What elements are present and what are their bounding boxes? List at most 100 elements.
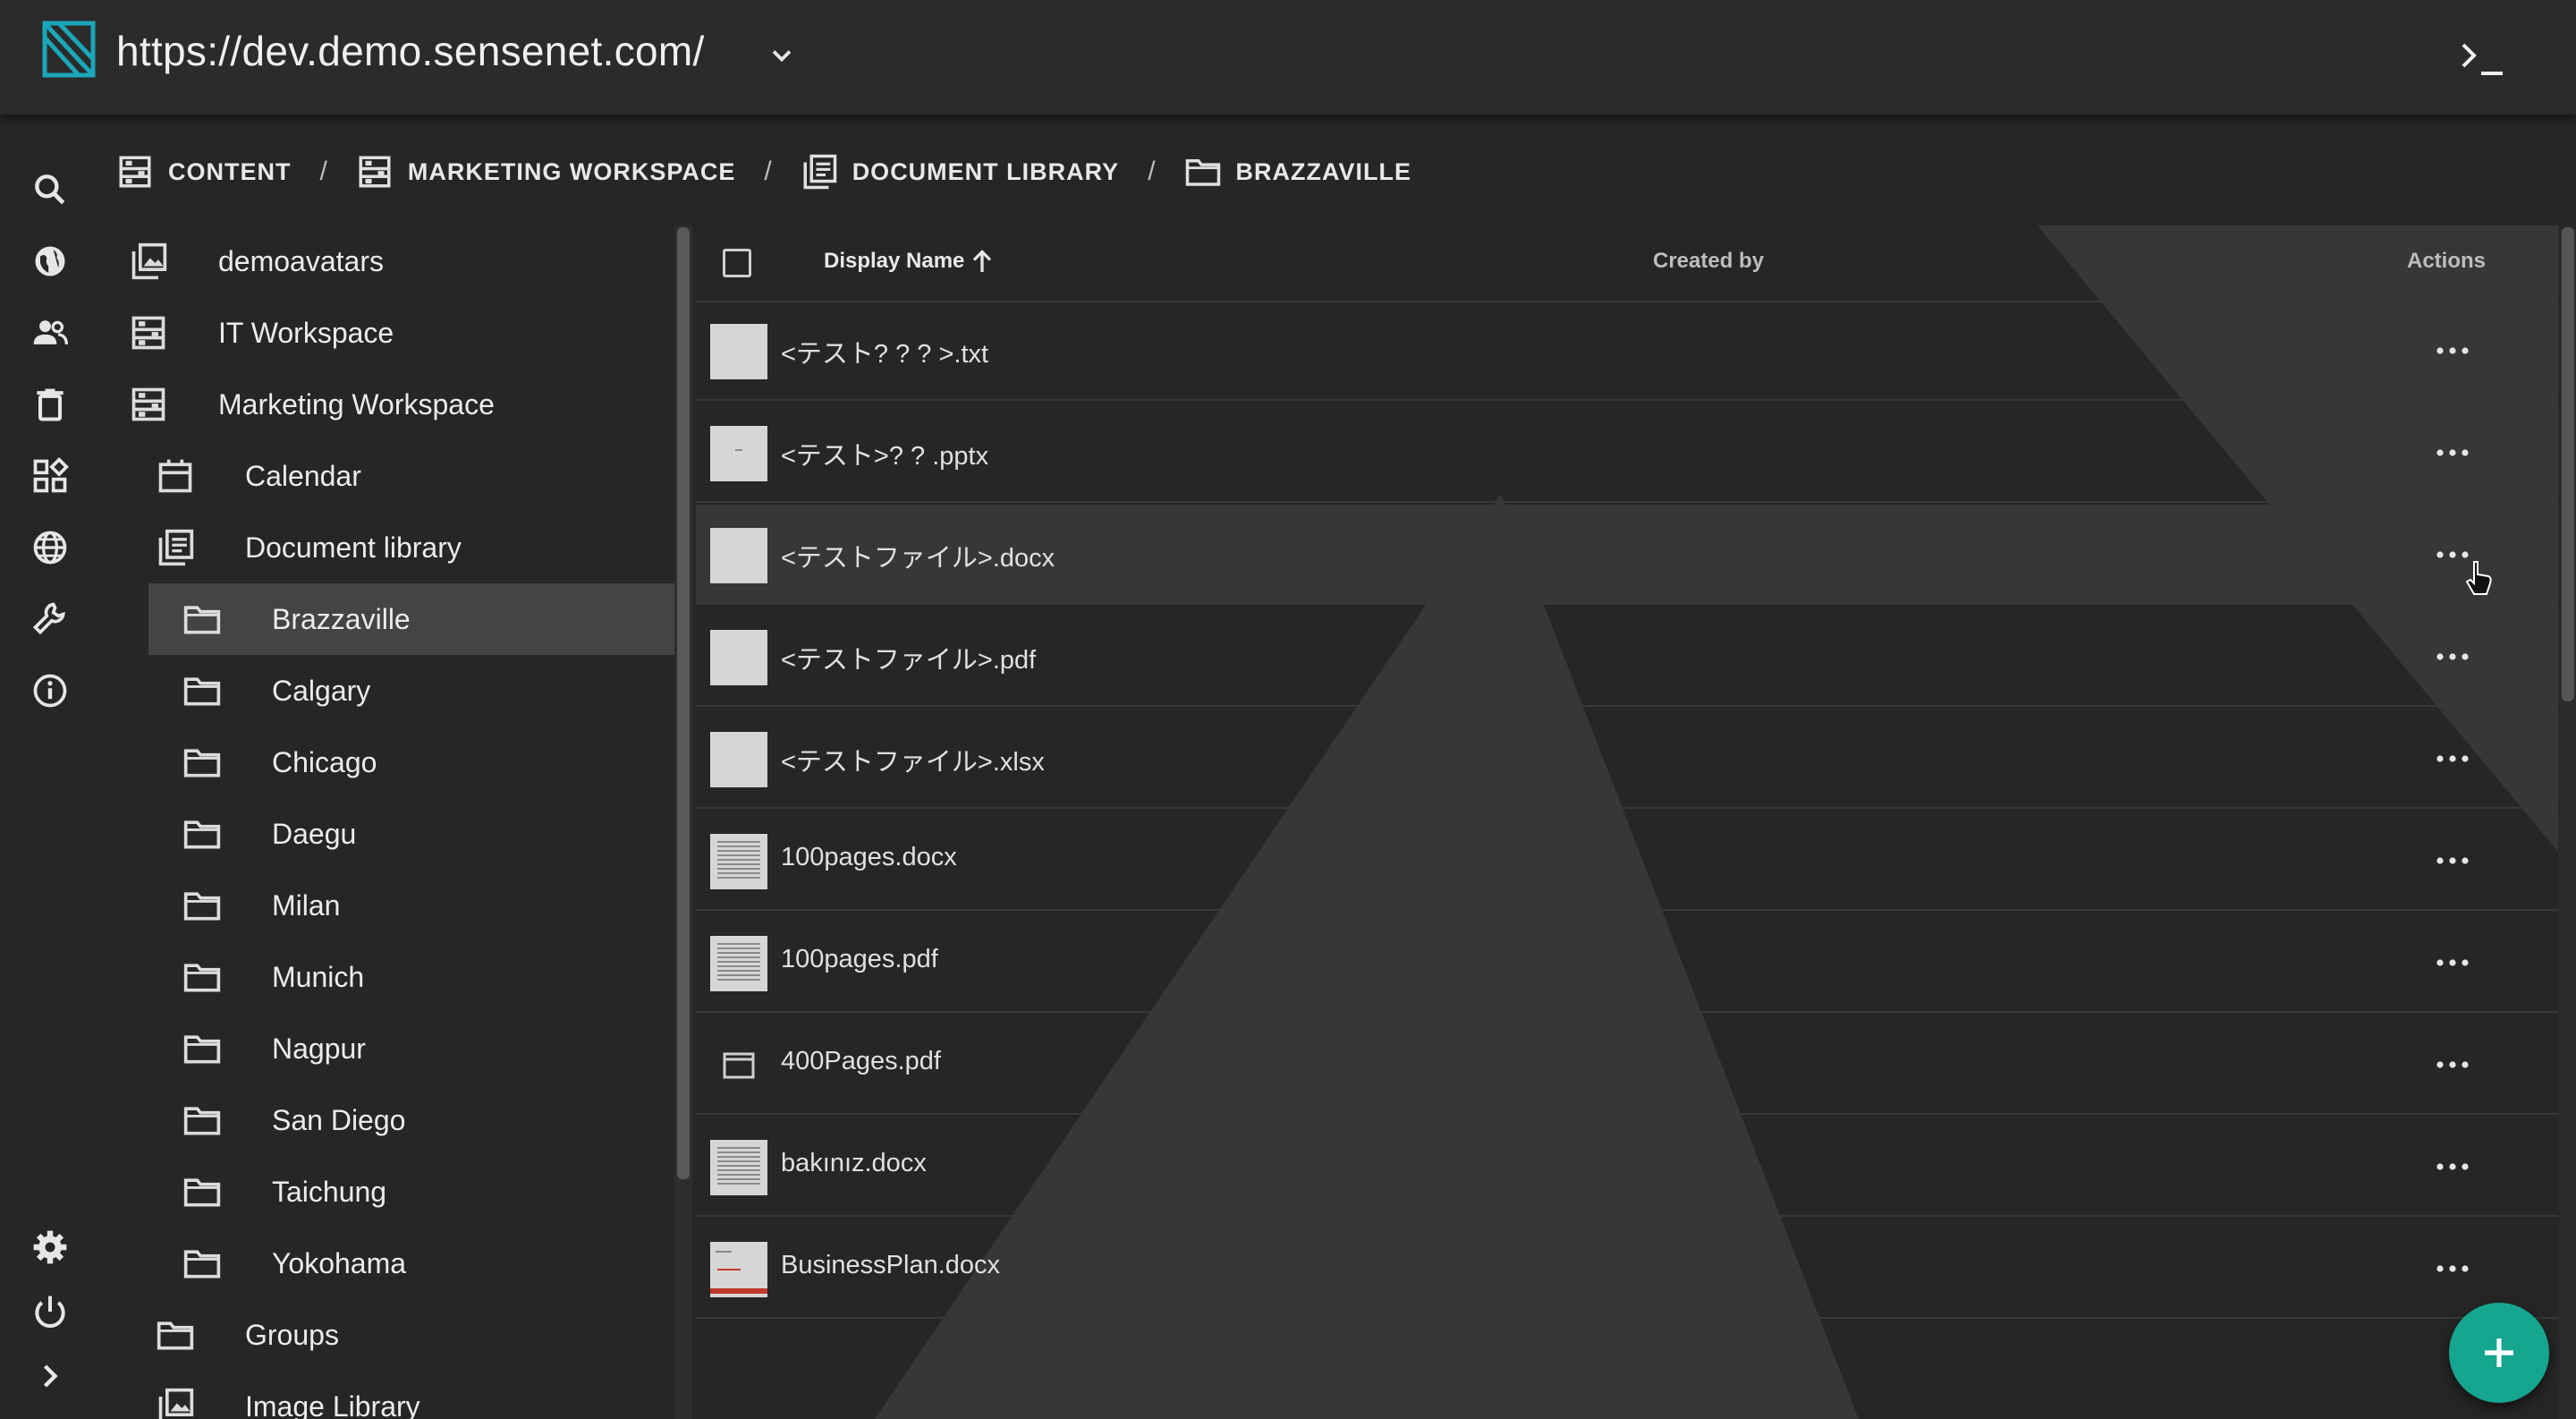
- tree-item-document-library[interactable]: Document library: [100, 512, 674, 583]
- more-actions-button[interactable]: [2428, 333, 2478, 369]
- tree-item-daegu[interactable]: Daegu: [100, 798, 674, 870]
- folder-icon: [183, 1178, 221, 1207]
- tree-item-it-workspace[interactable]: IT Workspace: [100, 297, 674, 369]
- settings-icon[interactable]: [30, 1228, 70, 1267]
- more-horizontal-icon: [2436, 1265, 2469, 1272]
- tree-item-label: Milan: [272, 888, 341, 922]
- column-created-by[interactable]: Created by: [1653, 249, 1764, 274]
- document-thumbnail: [710, 834, 767, 889]
- more-actions-button[interactable]: [2428, 945, 2478, 981]
- content-tree: demoavatars IT Workspace Marketing Workspa…: [100, 225, 674, 1419]
- repository-url[interactable]: https://dev.demo.sensenet.com/: [116, 27, 705, 75]
- document-name[interactable]: bakınız.docx: [781, 1149, 927, 1178]
- breadcrumb-label: BRAZZAVILLE: [1235, 157, 1412, 185]
- table-row[interactable]: <テストファイル>.docx: [696, 505, 2558, 605]
- document-thumbnail: [710, 1242, 767, 1297]
- more-actions-button[interactable]: [2428, 741, 2478, 777]
- language-icon[interactable]: [30, 528, 70, 567]
- table-row[interactable]: <テストファイル>.pdf: [696, 607, 2558, 707]
- tree-item-nagpur[interactable]: Nagpur: [100, 1013, 674, 1084]
- folder-icon: [183, 606, 221, 634]
- document-name[interactable]: BusinessPlan.docx: [781, 1251, 1000, 1280]
- tree-scrollbar-thumb[interactable]: [677, 227, 690, 1179]
- more-horizontal-icon: [2436, 449, 2469, 456]
- sensenet-logo-icon[interactable]: [39, 20, 98, 79]
- tree-item-taichung[interactable]: Taichung: [100, 1156, 674, 1228]
- document-name[interactable]: 100pages.docx: [781, 843, 957, 872]
- hand-cursor-icon: [2465, 561, 2492, 595]
- tree-item-marketing-workspace[interactable]: Marketing Workspace: [100, 369, 674, 440]
- tree-item-label: IT Workspace: [218, 316, 394, 349]
- tree-item-image-library[interactable]: Image Library: [100, 1371, 674, 1419]
- tree-item-munich[interactable]: Munich: [100, 941, 674, 1013]
- library-icon: [803, 154, 836, 190]
- breadcrumb-marketing-workspace[interactable]: MARKETING WORKSPACE: [356, 153, 736, 191]
- command-palette-icon[interactable]: [2456, 38, 2510, 82]
- folder-icon: [183, 892, 221, 921]
- navigation-rail: [0, 115, 100, 1419]
- tree-item-label: Brazzaville: [272, 602, 411, 635]
- file-icon: [710, 1038, 767, 1093]
- more-actions-button[interactable]: [2428, 843, 2478, 879]
- table-row[interactable]: <テストファイル>.xlsx: [696, 709, 2558, 809]
- table-row[interactable]: <テスト? ? ? >.txt: [696, 301, 2558, 401]
- document-thumbnail: [710, 528, 767, 583]
- tree-item-milan[interactable]: Milan: [100, 870, 674, 941]
- document-name[interactable]: <テスト? ? ? >.txt: [781, 333, 988, 370]
- more-horizontal-icon: [2436, 755, 2469, 762]
- tree-item-calendar[interactable]: Calendar: [100, 440, 674, 512]
- add-content-button[interactable]: [2449, 1303, 2549, 1403]
- table-row[interactable]: bakınız.docx: [696, 1117, 2558, 1217]
- more-actions-button[interactable]: [2428, 639, 2478, 675]
- document-name[interactable]: <テストファイル>.xlsx: [781, 741, 1045, 778]
- breadcrumb-document-library[interactable]: DOCUMENT LIBRARY: [801, 153, 1120, 191]
- power-icon[interactable]: [30, 1292, 70, 1331]
- select-all-checkbox[interactable]: [723, 249, 751, 277]
- more-actions-button[interactable]: [2428, 1047, 2478, 1083]
- tree-item-brazzaville[interactable]: Brazzaville: [148, 583, 674, 655]
- grid-scrollbar-thumb[interactable]: [2562, 227, 2574, 701]
- more-actions-button[interactable]: [2428, 1251, 2478, 1287]
- top-bar: https://dev.demo.sensenet.com/: [0, 0, 2576, 115]
- more-actions-button[interactable]: [2428, 1149, 2478, 1185]
- trash-icon[interactable]: [30, 385, 70, 424]
- library-icon: [158, 529, 194, 566]
- info-icon[interactable]: [30, 671, 70, 710]
- tree-item-san-diego[interactable]: San Diego: [100, 1084, 674, 1156]
- grid-header: Display Name Created by Actions: [696, 225, 2558, 302]
- tree-item-calgary[interactable]: Calgary: [100, 655, 674, 726]
- users-icon[interactable]: [30, 313, 70, 353]
- document-name[interactable]: <テスト>? ? .pptx: [781, 435, 988, 472]
- tree-item-label: Daegu: [272, 817, 357, 850]
- document-name[interactable]: <テストファイル>.docx: [781, 537, 1055, 574]
- table-row[interactable]: BusinessPlan.docx: [696, 1219, 2558, 1319]
- tree-item-chicago[interactable]: Chicago: [100, 726, 674, 798]
- calendar-icon: [158, 459, 192, 493]
- breadcrumb-brazzaville[interactable]: BRAZZAVILLE: [1184, 153, 1411, 191]
- breadcrumb-content[interactable]: CONTENT: [116, 153, 292, 191]
- tree-item-yokohama[interactable]: Yokohama: [100, 1228, 674, 1299]
- folder-icon: [183, 1250, 221, 1279]
- tree-item-label: Nagpur: [272, 1032, 366, 1065]
- workspace-icon: [359, 156, 391, 188]
- breadcrumb-label: CONTENT: [168, 157, 292, 185]
- search-icon[interactable]: [30, 170, 70, 209]
- table-row[interactable]: 100pages.docx: [696, 811, 2558, 911]
- expand-icon[interactable]: [30, 1356, 70, 1396]
- tree-item-groups[interactable]: Groups: [100, 1299, 674, 1371]
- globe-icon[interactable]: [30, 242, 70, 281]
- table-row[interactable]: <テスト>? ? .pptx: [696, 403, 2558, 503]
- document-name[interactable]: 100pages.pdf: [781, 945, 938, 974]
- sort-ascending-icon[interactable]: [966, 245, 998, 277]
- more-actions-button[interactable]: [2428, 435, 2478, 471]
- wrench-icon[interactable]: [30, 599, 70, 639]
- column-display-name[interactable]: Display Name: [824, 249, 964, 274]
- document-name[interactable]: <テストファイル>.pdf: [781, 639, 1036, 676]
- tree-item-label: Calgary: [272, 674, 371, 707]
- apps-icon[interactable]: [30, 456, 70, 496]
- tree-item-demoavatars[interactable]: demoavatars: [100, 225, 674, 297]
- document-name[interactable]: 400Pages.pdf: [781, 1047, 941, 1076]
- chevron-down-icon[interactable]: [766, 39, 798, 72]
- table-row[interactable]: 400Pages.pdf: [696, 1015, 2558, 1115]
- table-row[interactable]: 100pages.pdf: [696, 913, 2558, 1013]
